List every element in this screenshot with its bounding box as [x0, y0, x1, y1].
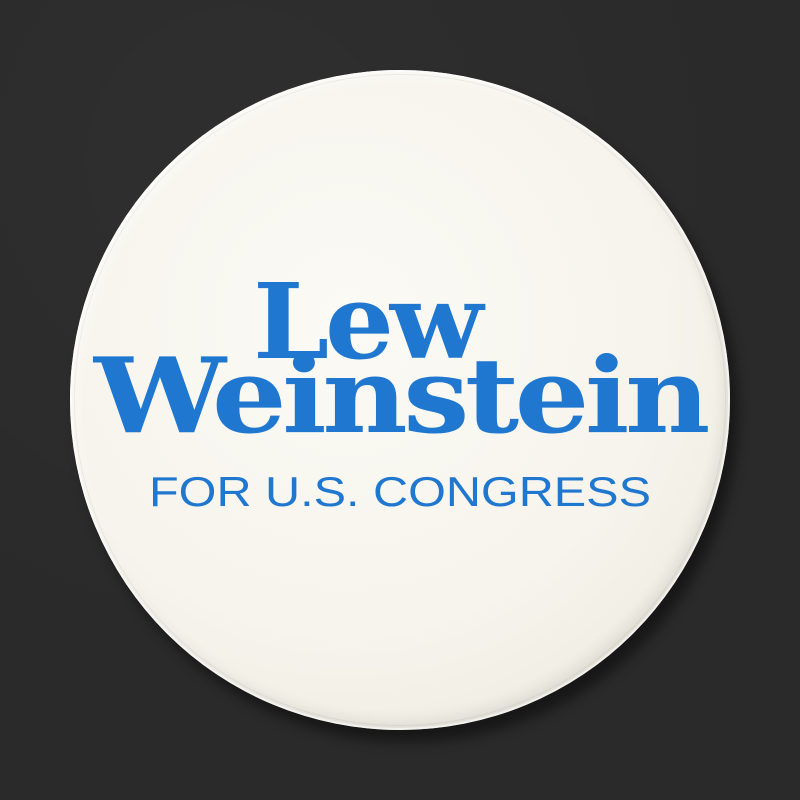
button-lettering: Lew Weinstein FOR U.S. CONGRESS — [70, 70, 730, 730]
tagline: FOR U.S. CONGRESS — [149, 468, 651, 515]
lettering-svg: Lew Weinstein FOR U.S. CONGRESS — [93, 260, 713, 515]
name-line-2: Weinstein — [93, 334, 709, 457]
